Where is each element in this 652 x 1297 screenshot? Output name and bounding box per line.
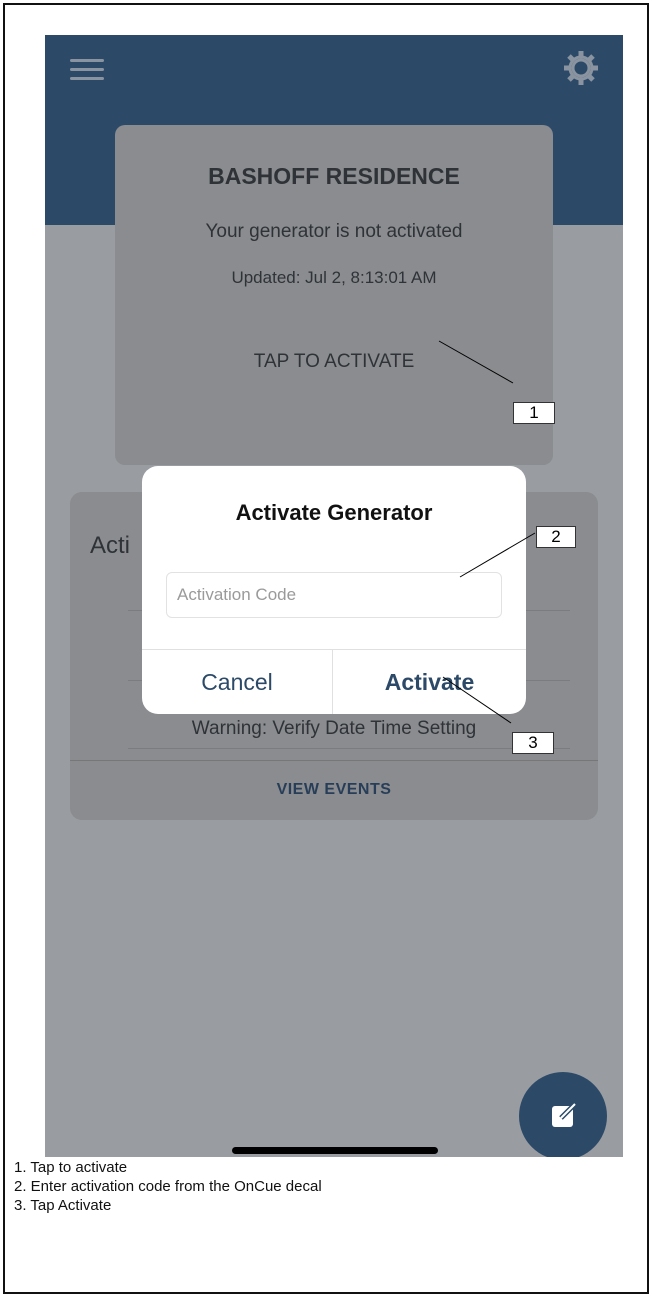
caption-item: 1. Tap to activate	[14, 1159, 128, 1176]
figure-captions: 1. Tap to activate 2. Enter activation c…	[14, 1158, 322, 1215]
callout-2: 2	[536, 526, 576, 548]
caption-item: 3. Tap Activate	[14, 1197, 112, 1214]
dialog-title: Activate Generator	[235, 500, 433, 525]
residence-title: BASHOFF RESIDENCE	[208, 163, 460, 189]
callout-1: 1	[513, 402, 555, 424]
edit-icon	[552, 1101, 578, 1127]
home-indicator	[232, 1147, 438, 1154]
figure-frame: BASHOFF RESIDENCE Your generator is not …	[3, 3, 649, 1294]
hamburger-menu-icon[interactable]	[70, 59, 104, 81]
cancel-button[interactable]: Cancel	[142, 650, 333, 714]
callout-3: 3	[512, 732, 554, 754]
compose-fab-button[interactable]	[519, 1072, 607, 1157]
caption-item: 2. Enter activation code from the OnCue …	[14, 1178, 322, 1195]
events-divider	[128, 748, 570, 749]
activation-status-text: Your generator is not activated	[205, 221, 463, 242]
phone-screen: BASHOFF RESIDENCE Your generator is not …	[45, 35, 623, 1157]
updated-timestamp: Updated: Jul 2, 8:13:01 AM	[231, 268, 437, 287]
generator-status-card[interactable]: BASHOFF RESIDENCE Your generator is not …	[115, 125, 553, 465]
activate-button[interactable]: Activate	[333, 650, 526, 714]
events-card-heading: Acti	[90, 532, 131, 559]
dialog-button-row: Cancel Activate	[142, 649, 526, 714]
activation-code-input[interactable]	[166, 572, 502, 618]
gear-icon[interactable]	[562, 49, 600, 87]
tap-to-activate-link[interactable]: TAP TO ACTIVATE	[115, 351, 553, 373]
activate-generator-dialog: Activate Generator Cancel Activate	[142, 466, 526, 714]
view-events-button[interactable]: VIEW EVENTS	[70, 760, 598, 820]
